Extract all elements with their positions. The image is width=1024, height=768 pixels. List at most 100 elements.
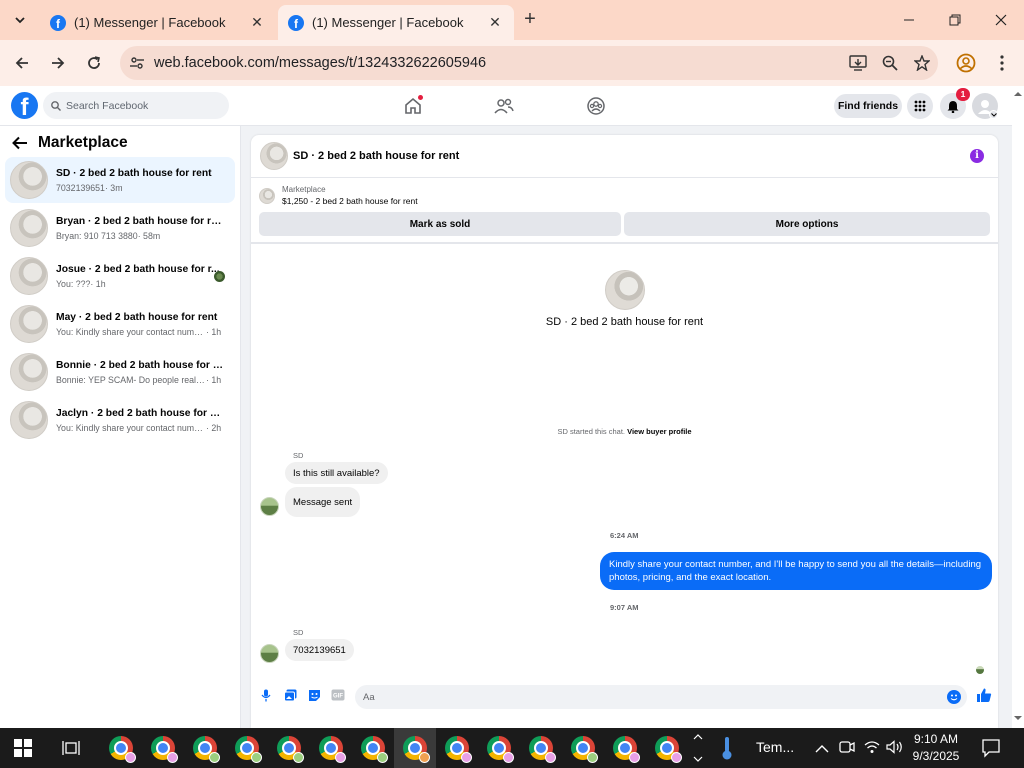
- search-input[interactable]: [66, 99, 216, 112]
- chrome-icon: [487, 736, 514, 763]
- seen-avatar: [976, 666, 984, 674]
- conversation-item[interactable]: May · 2 bed 2 bath house for rent You: K…: [5, 301, 235, 347]
- conversation-item[interactable]: Josue · 2 bed 2 bath house for r... You:…: [5, 253, 235, 299]
- meet-now-icon[interactable]: [839, 740, 855, 759]
- conversation-preview: You: Kindly share your contact numbe...: [56, 422, 206, 433]
- wifi-icon[interactable]: [864, 740, 880, 759]
- emoji-icon[interactable]: [947, 690, 961, 704]
- clock-date: 9/3/2025: [912, 749, 960, 763]
- chrome-taskbar-icon[interactable]: [562, 728, 604, 768]
- system-clock[interactable]: 9:10 AM 9/3/2025: [906, 731, 966, 765]
- volume-icon[interactable]: [886, 740, 904, 759]
- chrome-taskbar-icon[interactable]: [520, 728, 562, 768]
- chrome-taskbar-icon[interactable]: [100, 728, 142, 768]
- microphone-icon[interactable]: [259, 688, 273, 702]
- scroll-up-icon[interactable]: [1012, 88, 1024, 100]
- message-input[interactable]: [363, 691, 933, 703]
- restore-button[interactable]: [932, 0, 978, 40]
- friends-nav[interactable]: [490, 92, 518, 120]
- message-bubble[interactable]: Is this still available?: [285, 462, 388, 484]
- minimize-button[interactable]: [886, 0, 932, 40]
- tab-close-icon[interactable]: ✕: [486, 14, 504, 31]
- url-text[interactable]: web.facebook.com/messages/t/132433262260…: [154, 55, 842, 71]
- chrome-taskbar-icon[interactable]: [478, 728, 520, 768]
- start-button[interactable]: [2, 728, 44, 768]
- clock-time: 9:10 AM: [913, 732, 959, 746]
- gif-icon[interactable]: GIF: [331, 688, 345, 702]
- info-icon[interactable]: i: [970, 149, 984, 163]
- conversation-item[interactable]: Jaclyn · 2 bed 2 bath house for rent You…: [5, 397, 235, 443]
- chrome-taskbar-icon-active[interactable]: [394, 728, 436, 768]
- thermometer-icon[interactable]: [720, 736, 734, 765]
- sender-name: SD: [293, 451, 304, 460]
- chrome-taskbar-icon[interactable]: [142, 728, 184, 768]
- facebook-search[interactable]: [43, 92, 229, 119]
- chat-title[interactable]: SD · 2 bed 2 bath house for rent: [293, 150, 459, 162]
- profile-icon[interactable]: [952, 49, 980, 77]
- chrome-taskbar-icon[interactable]: [268, 728, 310, 768]
- new-tab-button[interactable]: +: [518, 8, 542, 32]
- conversation-preview: 7032139651: [56, 182, 105, 193]
- chrome-taskbar-icon[interactable]: [184, 728, 226, 768]
- tray-chevron-icon[interactable]: [815, 741, 829, 759]
- chrome-icon: [361, 736, 388, 763]
- sticker-icon[interactable]: [307, 688, 321, 702]
- intro-avatar: [605, 270, 645, 310]
- back-button[interactable]: [8, 49, 36, 77]
- weather-label[interactable]: Tem...: [756, 739, 794, 755]
- back-arrow-icon[interactable]: [12, 136, 28, 150]
- menu-button[interactable]: [907, 93, 933, 119]
- arrow-left-icon: [15, 57, 28, 69]
- chrome-taskbar-icon[interactable]: [352, 728, 394, 768]
- close-window-button[interactable]: [978, 0, 1024, 40]
- tab-close-icon[interactable]: ✕: [248, 14, 266, 31]
- page-scrollbar[interactable]: [1012, 86, 1024, 728]
- view-buyer-profile-link[interactable]: View buyer profile: [627, 427, 691, 436]
- forward-button[interactable]: [44, 49, 72, 77]
- conversation-time: · 1h: [206, 326, 222, 337]
- conversation-item[interactable]: Bonnie · 2 bed 2 bath house for rent Bon…: [5, 349, 235, 395]
- search-icon: [51, 100, 61, 111]
- conversation-time: · 2h: [206, 422, 222, 433]
- browser-tab[interactable]: f (1) Messenger | Facebook ✕: [40, 5, 276, 40]
- site-info-icon[interactable]: [120, 56, 154, 70]
- zoom-icon[interactable]: [874, 49, 906, 77]
- reload-button[interactable]: [80, 49, 108, 77]
- conversation-item[interactable]: SD · 2 bed 2 bath house for rent 7032139…: [5, 157, 235, 203]
- like-thumb-icon[interactable]: [975, 686, 993, 704]
- conversation-item[interactable]: Bryan · 2 bed 2 bath house for rent Brya…: [5, 205, 235, 251]
- avatar[interactable]: [260, 142, 288, 170]
- scroll-down-icon[interactable]: [1012, 712, 1024, 724]
- photo-icon[interactable]: [283, 688, 297, 702]
- message-input-wrapper[interactable]: [355, 685, 967, 709]
- more-options-button[interactable]: More options: [624, 212, 990, 236]
- taskbar-scroll[interactable]: [692, 730, 704, 766]
- conversation-preview: Bryan: 910 713 3880: [56, 230, 138, 241]
- message-bubble[interactable]: Message sent: [285, 487, 361, 517]
- notification-center-icon[interactable]: [981, 738, 1001, 763]
- browser-tab-active[interactable]: f (1) Messenger | Facebook ✕: [278, 5, 514, 40]
- chrome-taskbar-icon[interactable]: [226, 728, 268, 768]
- bookmark-star-icon[interactable]: [906, 49, 938, 77]
- account-chevron-icon[interactable]: [989, 110, 998, 119]
- chrome-taskbar-icon[interactable]: [310, 728, 352, 768]
- facebook-logo-icon[interactable]: f: [11, 92, 38, 119]
- message-bubble[interactable]: 7032139651: [285, 639, 354, 661]
- address-bar[interactable]: web.facebook.com/messages/t/132433262260…: [120, 46, 938, 80]
- marketplace-listing[interactable]: Marketplace $1,250 - 2 bed 2 bath house …: [259, 185, 418, 206]
- message-bubble-outgoing[interactable]: Kindly share your contact number, and I'…: [600, 552, 992, 590]
- tab-search-dropdown[interactable]: [6, 6, 34, 34]
- chrome-taskbar-icon[interactable]: [436, 728, 478, 768]
- avatar: [260, 644, 279, 663]
- find-friends-button[interactable]: Find friends: [834, 94, 902, 118]
- chevron-down-icon: [15, 17, 25, 24]
- browser-menu-icon[interactable]: [988, 49, 1016, 77]
- chat-pane: SD · 2 bed 2 bath house for rent i Marke…: [251, 135, 998, 728]
- groups-nav[interactable]: [582, 92, 610, 120]
- conversation-preview: You: Kindly share your contact numbe...: [56, 326, 206, 337]
- chrome-taskbar-icon[interactable]: [646, 728, 688, 768]
- chrome-taskbar-icon[interactable]: [604, 728, 646, 768]
- mark-as-sold-button[interactable]: Mark as sold: [259, 212, 621, 236]
- task-view-button[interactable]: [50, 728, 92, 768]
- install-app-icon[interactable]: [842, 49, 874, 77]
